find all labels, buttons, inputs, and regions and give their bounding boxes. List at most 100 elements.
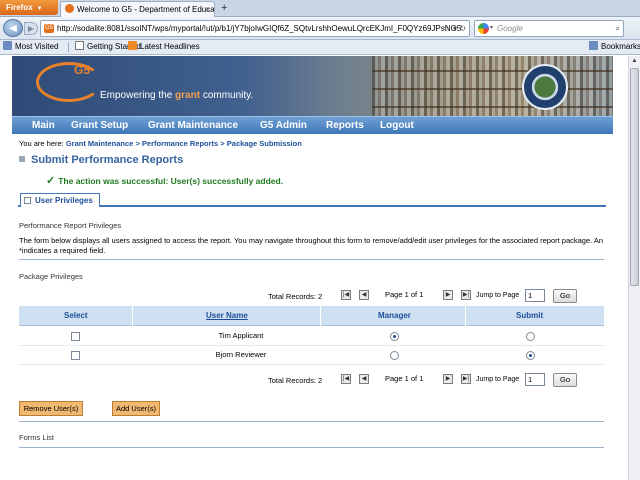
total-records: Total Records: 2 [268,292,322,301]
go-button[interactable]: Go [553,289,577,303]
last-page-icon[interactable]: ▶| [461,374,471,384]
new-tab-button[interactable]: + [221,1,227,16]
bookmark-latest-headlines[interactable]: Latest Headlines [128,40,200,54]
bookmarks-toolbar: Most Visited Getting Started Latest Head… [0,40,640,55]
shelf-line [372,106,613,108]
bookmark-star-icon[interactable]: ☆ ▾ ↻ [444,21,466,36]
first-page-icon[interactable]: |◀ [341,290,351,300]
section-forms-list: Forms List [19,433,55,442]
tab-icon [24,197,31,204]
g5-logo-arc [36,62,102,102]
firefox-menu-label: Firefox [6,3,33,12]
column-select: Select [64,311,88,320]
page-icon [75,41,84,50]
chevron-down-icon: ▼ [36,6,43,12]
browser-tab-bar: Firefox ▼ Welcome to G5 - Department of E… [0,0,640,17]
remove-users-button[interactable]: Remove User(s) [19,401,83,416]
column-user-name[interactable]: User Name [206,306,248,326]
address-bar[interactable]: G5 http://sodalite:8081/ssoINT/wps/mypor… [40,20,470,37]
tab-title: Welcome to G5 - Department of Educati... [77,5,215,14]
nav-main[interactable]: Main [32,117,55,134]
nav-logout[interactable]: Logout [380,117,414,134]
breadcrumb-package-submission[interactable]: Package Submission [227,139,302,148]
tagline-start: Empowering the [100,90,176,101]
jump-page-input[interactable]: 1 [525,289,545,302]
go-button[interactable]: Go [553,373,577,387]
manager-radio[interactable] [390,332,399,341]
submit-radio[interactable] [526,351,535,360]
url-text: http://sodalite:8081/ssoINT/wps/myportal… [57,24,462,33]
total-records: Total Records: 2 [268,376,322,385]
site-identity-icon[interactable]: G5 [44,24,54,33]
page-title: Submit Performance Reports [19,154,183,166]
banner-tagline: Empowering the grant community. [100,90,253,101]
browser-navigation-bar: ◀ ▶ G5 http://sodalite:8081/ssoINT/wps/m… [0,17,640,40]
form-description: The form below displays all users assign… [19,236,604,255]
search-engine-dropdown-icon[interactable]: ▾ [490,21,493,36]
scroll-thumb[interactable] [630,68,639,286]
back-arrow-icon[interactable]: ◀ [3,19,23,37]
page-scrollbar[interactable]: ▲ [628,56,640,480]
breadcrumb-performance-reports[interactable]: Performance Reports [142,139,218,148]
add-users-button[interactable]: Add User(s) [112,401,160,416]
search-icon[interactable]: ⌕ [616,21,620,36]
scroll-up-arrow-icon[interactable]: ▲ [629,56,640,67]
shelf-line [372,70,613,72]
section-performance-privileges: Performance Report Privileges [19,221,122,230]
google-icon [478,23,489,34]
next-page-icon[interactable]: ▶ [443,290,453,300]
close-tab-icon[interactable]: × [205,2,210,17]
next-page-icon[interactable]: ▶ [443,374,453,384]
search-input[interactable]: ▾ Google ⌕ [474,20,624,37]
department-seal-icon [522,64,568,110]
g5-logo: G5 [74,63,91,77]
column-manager: Manager [378,311,411,320]
g5-banner: G5 Empowering the grant community. [12,56,613,116]
bookmark-folder-icon [3,41,12,50]
bookmarks-icon [589,41,598,50]
total-records-value: 2 [318,292,323,301]
pager-bottom: Total Records: 2 |◀ ◀ Page 1 of 1 ▶ ▶| J… [12,373,613,387]
rss-icon [128,41,137,50]
firefox-menu-button[interactable]: Firefox ▼ [0,0,58,15]
nav-reports[interactable]: Reports [326,117,364,134]
table-row: Tim Applicant [19,327,604,346]
tab-strip: User Privileges [18,193,606,207]
last-page-icon[interactable]: ▶| [461,290,471,300]
column-divider [465,306,466,326]
page-indicator: Page 1 of 1 [385,374,424,383]
title-bullet-icon [19,156,25,162]
manager-radio[interactable] [390,351,399,360]
column-divider [132,306,133,326]
nav-grant-maintenance[interactable]: Grant Maintenance [148,117,238,134]
page-content: G5 Empowering the grant community. Main … [12,56,613,480]
bookmark-divider [68,42,69,52]
previous-page-icon[interactable]: ◀ [359,374,369,384]
table-header: Select User Name Manager Submit [19,306,604,326]
column-submit: Submit [516,311,544,320]
breadcrumb-prefix: You are here: [19,139,66,148]
jump-to-page-label: Jump to Page [476,376,520,383]
breadcrumb-grant-maintenance[interactable]: Grant Maintenance [66,139,134,148]
submit-radio[interactable] [526,332,535,341]
total-records-label: Total Records: [268,292,316,301]
previous-page-icon[interactable]: ◀ [359,290,369,300]
jump-page-input[interactable]: 1 [525,373,545,386]
bookmarks-menu-label: Bookmarks [601,42,640,51]
forward-arrow-icon[interactable]: ▶ [24,22,38,35]
shelf-line [372,88,613,90]
tab-label: User Privileges [35,196,93,205]
tab-user-privileges[interactable]: User Privileges [20,193,100,207]
bookmark-most-visited[interactable]: Most Visited [3,40,58,54]
browser-tab[interactable]: Welcome to G5 - Department of Educati...… [60,1,215,17]
tagline-end: community. [200,90,254,101]
bookmarks-menu[interactable]: Bookmarks [589,40,640,54]
nav-g5-admin[interactable]: G5 Admin [260,117,307,134]
divider [19,447,604,448]
divider [19,421,604,422]
bookmark-label: Most Visited [15,42,59,51]
nav-grant-setup[interactable]: Grant Setup [71,117,128,134]
tagline-accent: grant [175,90,201,101]
first-page-icon[interactable]: |◀ [341,374,351,384]
page-title-text: Submit Performance Reports [31,154,184,166]
